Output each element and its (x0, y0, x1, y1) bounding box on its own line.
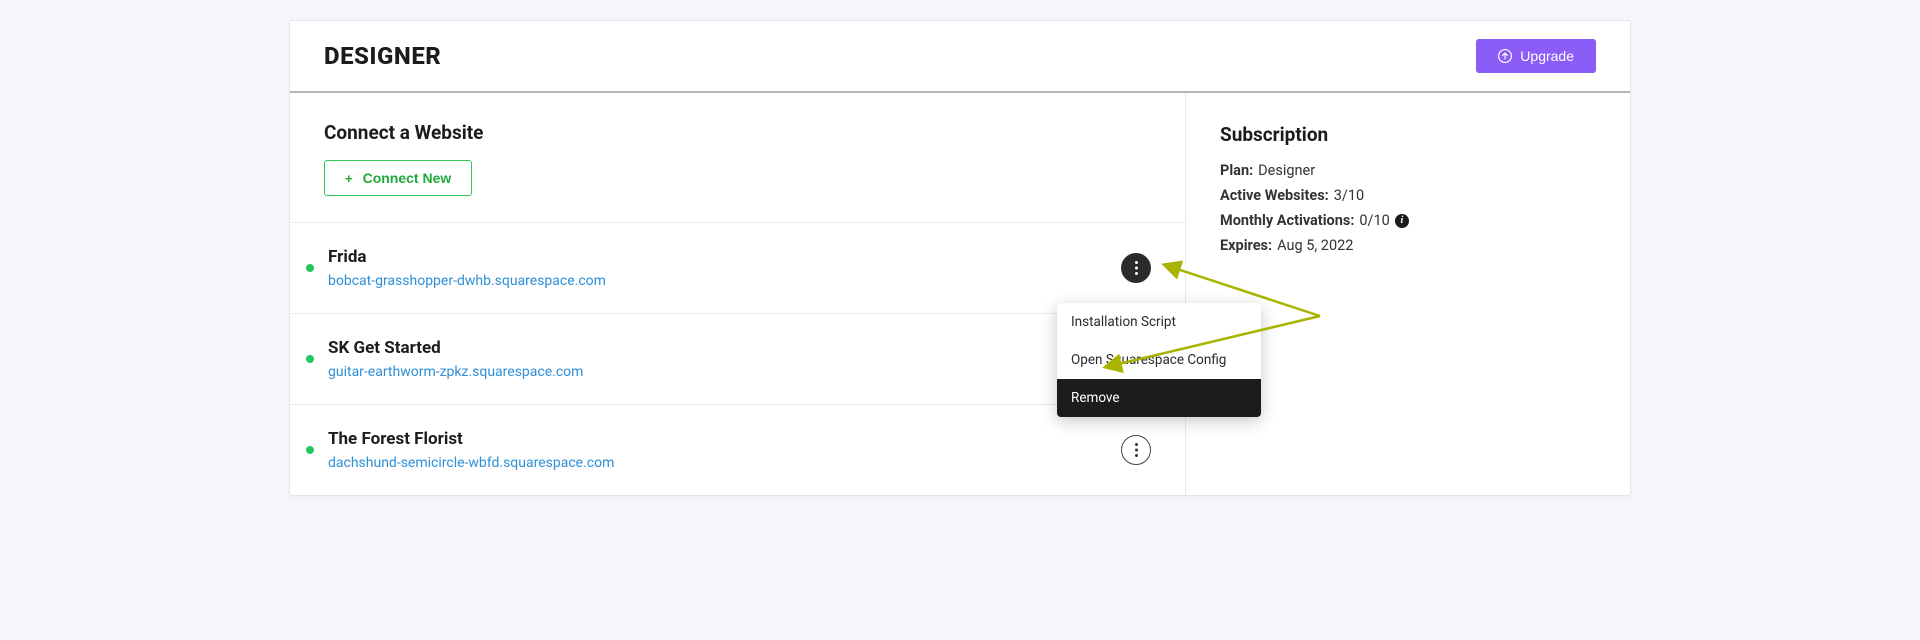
site-menu-button[interactable] (1121, 253, 1151, 283)
site-name: SK Get Started (328, 338, 1151, 358)
site-row: SK Get Started guitar-earthworm-zpkz.squ… (290, 314, 1185, 405)
sub-activations-value: 0/10 (1359, 212, 1389, 229)
sub-expires-label: Expires: (1220, 237, 1272, 254)
sub-active-value: 3/10 (1334, 187, 1364, 204)
designer-panel: DESIGNER Upgrade Connect a Website + Con… (289, 20, 1631, 496)
sub-active: Active Websites: 3/10 (1220, 187, 1596, 204)
page-title: DESIGNER (324, 42, 441, 70)
site-name: The Forest Florist (328, 429, 1121, 449)
sub-active-label: Active Websites: (1220, 187, 1329, 204)
sub-activations-label: Monthly Activations: (1220, 212, 1354, 229)
site-url-link[interactable]: dachshund-semicircle-wbfd.squarespace.co… (328, 455, 614, 471)
panel-header: DESIGNER Upgrade (290, 21, 1630, 93)
sub-activations: Monthly Activations: 0/10 i (1220, 212, 1596, 229)
connect-section: Connect a Website + Connect New (290, 93, 1185, 223)
site-info: Frida bobcat-grasshopper-dwhb.squarespac… (328, 247, 1121, 289)
site-row: The Forest Florist dachshund-semicircle-… (290, 405, 1185, 495)
upgrade-button[interactable]: Upgrade (1476, 39, 1596, 73)
plus-icon: + (345, 171, 353, 186)
status-dot-icon (306, 264, 314, 272)
sub-expires-value: Aug 5, 2022 (1277, 237, 1353, 254)
subscription-title: Subscription (1220, 123, 1596, 146)
connect-new-label: Connect New (363, 170, 452, 186)
connect-title: Connect a Website (324, 121, 1151, 144)
site-name: Frida (328, 247, 1121, 267)
right-column: Subscription Plan: Designer Active Websi… (1186, 93, 1630, 495)
site-info: SK Get Started guitar-earthworm-zpkz.squ… (328, 338, 1151, 380)
status-dot-icon (306, 355, 314, 363)
kebab-icon (1135, 261, 1138, 275)
site-row: Frida bobcat-grasshopper-dwhb.squarespac… (290, 223, 1185, 314)
menu-item-installation-script[interactable]: Installation Script (1057, 303, 1261, 341)
sub-plan-label: Plan: (1220, 162, 1253, 179)
info-icon[interactable]: i (1395, 214, 1409, 228)
status-dot-icon (306, 446, 314, 454)
sub-expires: Expires: Aug 5, 2022 (1220, 237, 1596, 254)
site-menu-button[interactable] (1121, 435, 1151, 465)
sub-plan: Plan: Designer (1220, 162, 1596, 179)
menu-item-open-config[interactable]: Open Squarespace Config (1057, 341, 1261, 379)
connect-new-button[interactable]: + Connect New (324, 160, 472, 196)
sub-plan-value: Designer (1258, 162, 1315, 179)
menu-item-remove[interactable]: Remove (1057, 379, 1261, 417)
site-info: The Forest Florist dachshund-semicircle-… (328, 429, 1121, 471)
site-url-link[interactable]: guitar-earthworm-zpkz.squarespace.com (328, 364, 583, 380)
panel-body: Connect a Website + Connect New Frida bo… (290, 93, 1630, 495)
upload-icon (1498, 49, 1512, 63)
site-menu-dropdown: Installation Script Open Squarespace Con… (1057, 303, 1261, 417)
left-column: Connect a Website + Connect New Frida bo… (290, 93, 1186, 495)
site-url-link[interactable]: bobcat-grasshopper-dwhb.squarespace.com (328, 273, 606, 289)
kebab-icon (1135, 443, 1138, 457)
upgrade-label: Upgrade (1520, 48, 1574, 64)
